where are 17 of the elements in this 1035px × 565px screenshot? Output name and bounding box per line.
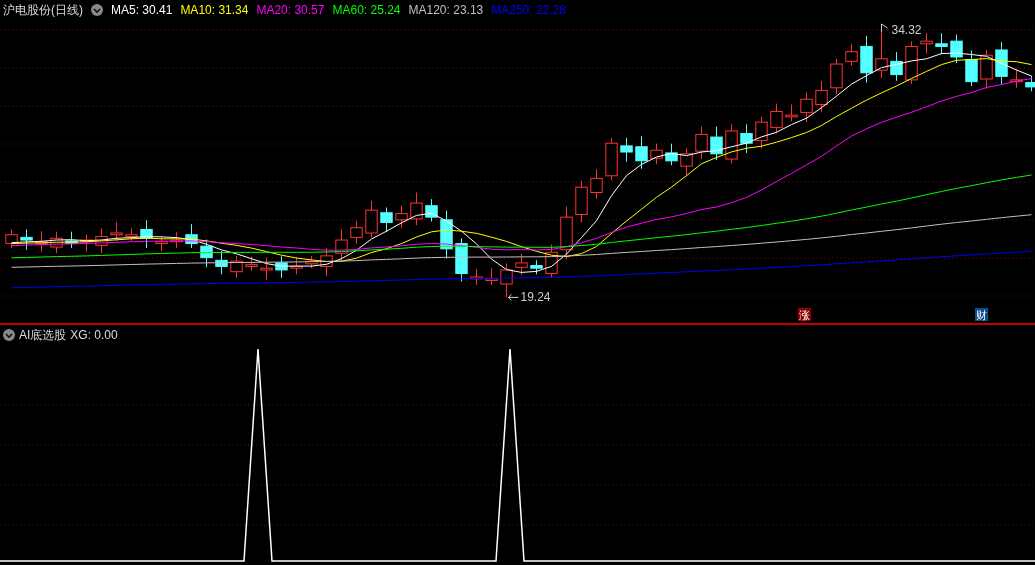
high-price-label: 34.32	[891, 23, 922, 37]
indicator-title: AI底选股	[19, 327, 67, 344]
dropdown-icon[interactable]	[91, 4, 103, 16]
finance-tag[interactable]: 财	[975, 308, 988, 322]
low-price-label: 19.24	[520, 290, 551, 305]
moving-average-value: MA10: 31.34	[180, 2, 249, 19]
chart-title: 沪电股份(日线)	[3, 2, 83, 19]
moving-average-value: MA60: 25.24	[332, 2, 401, 19]
indicator-value: XG: 0.00	[70, 327, 118, 344]
moving-average-value: MA20: 30.57	[256, 2, 325, 19]
moving-average-value: MA5: 30.41	[111, 2, 173, 19]
moving-average-value: MA250: 22.28	[491, 2, 566, 19]
limit-up-tag[interactable]: 涨	[798, 308, 811, 322]
leader-line	[881, 23, 888, 33]
moving-average-value: MA120: 23.13	[408, 2, 484, 19]
leader-line	[508, 293, 519, 301]
dropdown-icon[interactable]	[3, 329, 15, 341]
